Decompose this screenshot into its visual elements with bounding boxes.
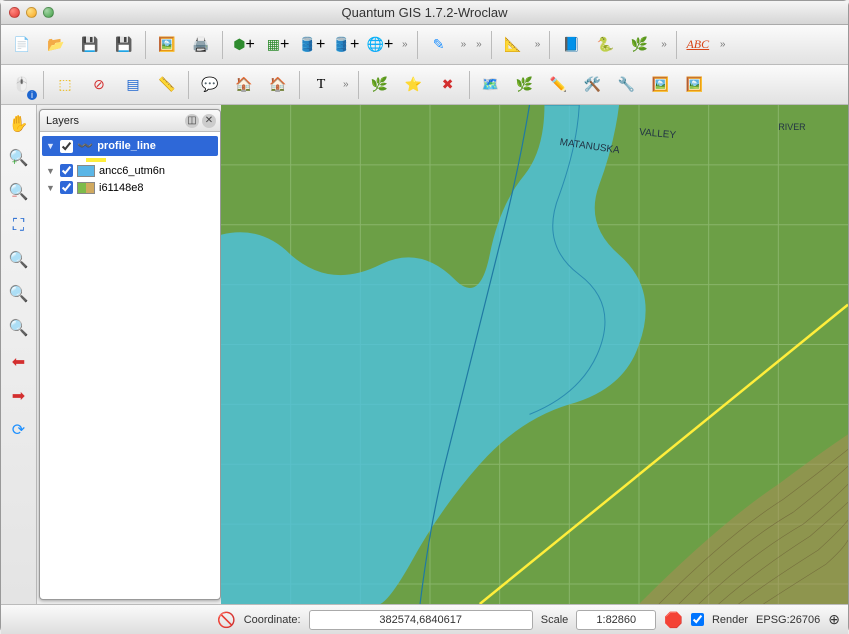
- layers-panel-undock-icon[interactable]: ◫: [185, 114, 199, 128]
- chevron-expand-icon[interactable]: »: [473, 39, 485, 50]
- add-wms-layer-button[interactable]: 🌐+: [365, 30, 395, 60]
- zoom-next-button[interactable]: ➡: [6, 383, 32, 409]
- chevron-expand-icon[interactable]: »: [532, 39, 544, 50]
- layer-visibility-checkbox[interactable]: [60, 140, 73, 153]
- grass-settings2-button[interactable]: 🔧: [612, 70, 642, 100]
- layers-list: ▼ 〰️ profile_line ▼ ancc6_utm6n ▼ i61148…: [40, 132, 220, 599]
- add-postgis-layer-button[interactable]: 🛢️+: [297, 30, 327, 60]
- grass-edit-button[interactable]: ✏️: [544, 70, 574, 100]
- layer-row[interactable]: ▼ 〰️ profile_line: [42, 136, 218, 156]
- zoom-out-button[interactable]: 🔍−: [6, 179, 32, 205]
- map-svg: MATANUSKA VALLEY RIVER: [221, 105, 848, 604]
- zoom-in-button[interactable]: 🔍+: [6, 145, 32, 171]
- status-bar: 🚫 Coordinate: 382574,6840617 Scale 1:828…: [1, 604, 848, 634]
- grass-settings-button[interactable]: 🛠️: [578, 70, 608, 100]
- collapse-icon[interactable]: ▼: [46, 141, 56, 151]
- main-toolbar-1: 📄 📂 💾 💾 🖼️ 🖨️ ⬢+ ▦+ 🛢️+ 🛢️+ 🌐+ » ✎ » » 📐…: [1, 25, 848, 65]
- map-navigation-toolbar: ✋ 🔍+ 🔍− ⛶ 🔍 🔍 🔍 ⬅ ➡ ⟳: [1, 105, 37, 604]
- refresh-button[interactable]: ⟳: [6, 417, 32, 443]
- python-console-button[interactable]: 🐍: [590, 30, 620, 60]
- text-annotation-button[interactable]: T: [306, 70, 336, 100]
- grass-tools-button[interactable]: 🌿: [624, 30, 654, 60]
- crs-label: EPSG:26706: [756, 614, 820, 626]
- layer-name: ancc6_utm6n: [99, 165, 165, 177]
- help-button[interactable]: 📘: [556, 30, 586, 60]
- window-title: Quantum GIS 1.7.2-Wroclaw: [1, 5, 848, 20]
- chevron-expand-icon[interactable]: »: [458, 39, 470, 50]
- grass-display-region-button[interactable]: 🖼️: [680, 70, 710, 100]
- toggle-editing-button[interactable]: ✎: [424, 30, 454, 60]
- layer-row[interactable]: ▼ i61148e8: [42, 179, 218, 196]
- coordinate-field[interactable]: 382574,6840617: [309, 610, 533, 630]
- bookmarks-new-button[interactable]: 🏠: [263, 70, 293, 100]
- title-bar: Quantum GIS 1.7.2-Wroclaw: [1, 1, 848, 25]
- collapse-icon[interactable]: ▼: [46, 183, 56, 193]
- select-rect-button[interactable]: ⬚: [50, 70, 80, 100]
- layer-name: i61148e8: [99, 182, 143, 194]
- zoom-last-button[interactable]: ⬅: [6, 349, 32, 375]
- zoom-layer-native-button[interactable]: 🔍: [6, 315, 32, 341]
- layer-name: profile_line: [97, 140, 156, 152]
- layers-panel-close-icon[interactable]: ✕: [202, 114, 216, 128]
- add-spatialite-layer-button[interactable]: 🛢️+: [331, 30, 361, 60]
- add-vector-layer-button[interactable]: ⬢+: [229, 30, 259, 60]
- layers-panel-header[interactable]: Layers ◫ ✕: [40, 110, 220, 132]
- grass-add-vector-button[interactable]: 🌿: [365, 70, 395, 100]
- grass-close-mapset-button[interactable]: ✖: [433, 70, 463, 100]
- print-composer-button[interactable]: 🖼️: [152, 30, 182, 60]
- grass-tools2-button[interactable]: 🌿: [510, 70, 540, 100]
- measure-button[interactable]: 📏: [152, 70, 182, 100]
- zoom-selection-button[interactable]: 🔍: [6, 247, 32, 273]
- scale-field[interactable]: 1:82860: [576, 610, 656, 630]
- add-raster-layer-button[interactable]: ▦+: [263, 30, 293, 60]
- map-canvas[interactable]: MATANUSKA VALLEY RIVER: [221, 105, 848, 604]
- render-checkbox[interactable]: [691, 613, 704, 626]
- pan-button[interactable]: ✋: [6, 111, 32, 137]
- main-toolbar-2: 🖱️i ⬚ ⊘ ▤ 📏 💬 🏠 🏠 T » 🌿 ⭐ ✖ 🗺️ 🌿 ✏️ 🛠️ 🔧…: [1, 65, 848, 105]
- deselect-all-button[interactable]: ⊘: [84, 70, 114, 100]
- stop-rendering-icon[interactable]: 🚫: [217, 611, 236, 629]
- layer-legend-swatch: [77, 165, 95, 177]
- chevron-expand-icon[interactable]: »: [658, 39, 670, 50]
- bookmarks-button[interactable]: 🏠: [229, 70, 259, 100]
- layer-row[interactable]: ▼ ancc6_utm6n: [42, 162, 218, 179]
- svg-text:RIVER: RIVER: [778, 122, 806, 132]
- layer-visibility-checkbox[interactable]: [60, 181, 73, 194]
- save-button[interactable]: 💾: [75, 30, 105, 60]
- new-file-button[interactable]: 📄: [7, 30, 37, 60]
- scale-label: Scale: [541, 614, 569, 626]
- collapse-icon[interactable]: ▼: [46, 166, 56, 176]
- print-button[interactable]: 🖨️: [186, 30, 216, 60]
- coordinate-label: Coordinate:: [244, 614, 301, 626]
- render-label: Render: [712, 614, 748, 626]
- open-file-button[interactable]: 📂: [41, 30, 71, 60]
- attribute-table-button[interactable]: ▤: [118, 70, 148, 100]
- layer-legend-swatch: [77, 182, 95, 194]
- labeling-button[interactable]: ABC: [683, 30, 713, 60]
- stop-render-icon[interactable]: 🛑: [664, 611, 683, 629]
- zoom-layer-button[interactable]: 🔍: [6, 281, 32, 307]
- chevron-expand-icon[interactable]: »: [717, 39, 729, 50]
- zoom-full-button[interactable]: ⛶: [6, 213, 32, 239]
- identify-button[interactable]: 🖱️i: [7, 70, 37, 100]
- save-as-button[interactable]: 💾: [109, 30, 139, 60]
- grass-new-vector-button[interactable]: ⭐: [399, 70, 429, 100]
- chevron-expand-icon[interactable]: »: [340, 79, 352, 90]
- coordinate-capture-button[interactable]: 📐: [498, 30, 528, 60]
- layers-panel: Layers ◫ ✕ ▼ 〰️ profile_line ▼ ancc6_utm…: [39, 109, 221, 600]
- map-tips-button[interactable]: 💬: [195, 70, 225, 100]
- grass-region-button[interactable]: 🗺️: [476, 70, 506, 100]
- chevron-expand-icon[interactable]: »: [399, 39, 411, 50]
- grass-display-button[interactable]: 🖼️: [646, 70, 676, 100]
- layer-visibility-checkbox[interactable]: [60, 164, 73, 177]
- layers-panel-title: Layers: [46, 115, 79, 127]
- crs-button[interactable]: ⊕: [828, 611, 840, 628]
